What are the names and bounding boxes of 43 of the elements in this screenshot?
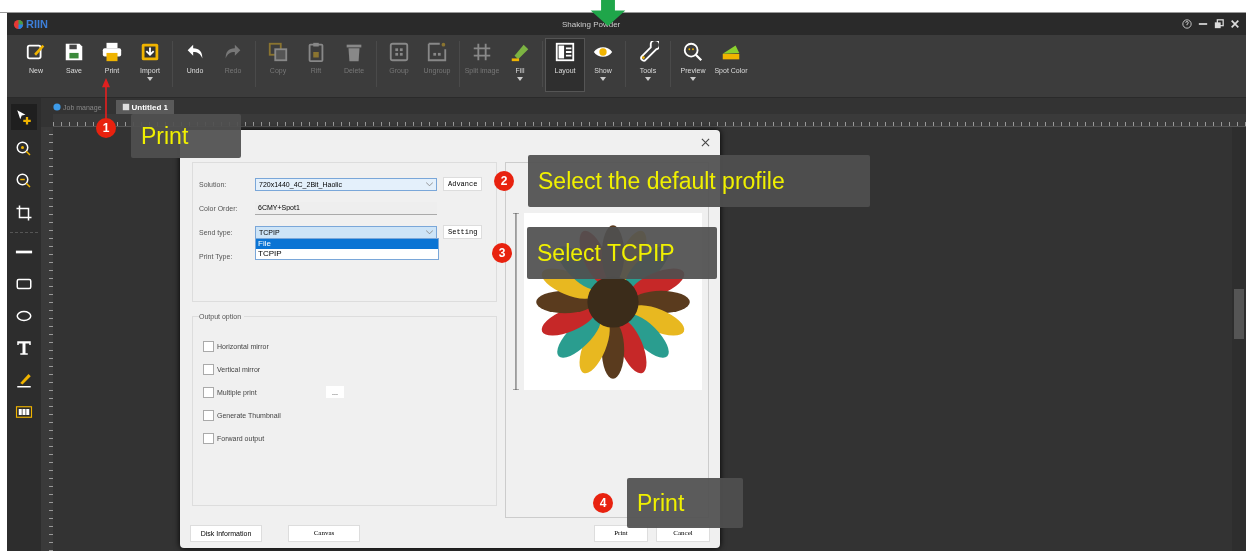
- document-tab[interactable]: Untitled 1: [115, 100, 174, 114]
- grid-icon: [471, 41, 493, 63]
- logo-icon: [13, 18, 24, 30]
- wrench-icon: [637, 41, 659, 63]
- magnifier-icon: [682, 41, 704, 63]
- help-icon[interactable]: [1182, 19, 1192, 29]
- ungroup-icon: [426, 41, 448, 63]
- checkbox[interactable]: [203, 340, 214, 352]
- checkbox[interactable]: [203, 432, 214, 444]
- callout-label: Select TCPIP: [527, 227, 717, 279]
- caret-icon: [426, 229, 433, 235]
- window-title: Shaking Powder: [562, 19, 621, 29]
- save-icon: [63, 41, 85, 63]
- globe-icon: [53, 103, 61, 111]
- vertical-scrollbar[interactable]: [1232, 127, 1246, 551]
- layout-icon: [554, 41, 576, 63]
- app-logo: RIIN: [26, 18, 48, 30]
- printer-icon: [101, 41, 123, 63]
- checkbox[interactable]: [203, 363, 214, 375]
- callout-label: Select the default profile: [528, 155, 870, 207]
- callout-label: Print: [131, 114, 241, 158]
- dropdown-option[interactable]: File: [256, 239, 438, 249]
- barcode-tool-icon: [15, 403, 33, 421]
- caret-icon: [426, 181, 433, 187]
- crop-icon: [15, 204, 33, 222]
- checkbox[interactable]: [203, 409, 214, 421]
- dropdown-option[interactable]: TCPIP: [256, 249, 438, 259]
- checkbox[interactable]: [203, 386, 214, 398]
- line-tool-icon: [15, 250, 33, 254]
- zoom-in-icon: [15, 140, 33, 158]
- document-icon: [121, 103, 130, 111]
- group-icon: [388, 41, 410, 63]
- close-icon[interactable]: [701, 137, 710, 147]
- restore-icon[interactable]: [1214, 19, 1224, 29]
- tool-button[interactable]: [11, 104, 37, 130]
- annotation-arrow: [102, 78, 110, 120]
- pencil-tool-icon: [15, 371, 33, 389]
- select-plus-icon: [15, 108, 33, 126]
- import-icon: [139, 41, 161, 63]
- zoom-out-icon: [15, 172, 33, 190]
- callout-label: Print: [627, 478, 743, 528]
- copy-icon: [267, 41, 289, 63]
- text-tool-icon: [15, 339, 33, 357]
